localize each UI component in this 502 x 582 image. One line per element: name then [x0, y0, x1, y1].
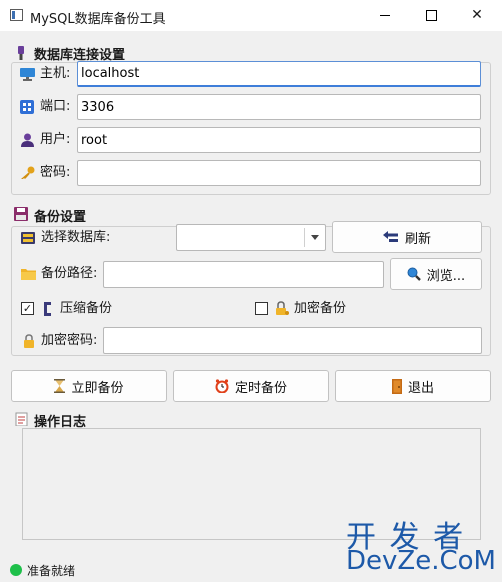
- user-input[interactable]: [77, 127, 481, 153]
- title-bar: MySQL数据库备份工具 ✕: [0, 0, 502, 31]
- exit-label: 退出: [407, 380, 434, 396]
- browse-button[interactable]: 浏览...: [390, 258, 482, 290]
- encrypt-password-input[interactable]: [103, 327, 482, 354]
- backup-section-title: 备份设置: [34, 210, 87, 225]
- host-label: 主机:: [40, 66, 71, 81]
- floppy-disk-icon: [13, 206, 29, 222]
- compress-checkbox[interactable]: ✓: [21, 302, 34, 315]
- window-title: MySQL数据库备份工具: [30, 12, 166, 27]
- database-label: 选择数据库:: [41, 230, 111, 245]
- user-label: 用户:: [40, 132, 71, 147]
- watermark-en: DevZe.CoM: [346, 546, 496, 576]
- close-button[interactable]: ✕: [454, 0, 500, 31]
- folder-icon: [20, 266, 36, 282]
- close-icon: ✕: [471, 7, 483, 23]
- scheduled-backup-button[interactable]: 定时备份: [173, 370, 329, 402]
- user-icon: [19, 132, 35, 148]
- status-indicator: [10, 564, 22, 576]
- browse-label: 浏览...: [426, 268, 466, 284]
- monitor-icon: [19, 66, 35, 82]
- minimize-icon: [380, 14, 390, 16]
- scheduled-backup-label: 定时备份: [234, 380, 287, 396]
- refresh-label: 刷新: [404, 231, 431, 247]
- compress-label: 压缩备份: [60, 301, 113, 316]
- plug-icon: [14, 45, 28, 61]
- encrypt-password-label: 加密密码:: [41, 333, 98, 348]
- app-icon: [10, 9, 23, 21]
- search-icon: [407, 267, 421, 281]
- maximize-icon: [425, 9, 437, 21]
- port-icon: [19, 99, 35, 115]
- exit-button[interactable]: 退出: [335, 370, 491, 402]
- hourglass-icon: [54, 379, 66, 393]
- memo-icon: [14, 411, 30, 427]
- door-icon: [391, 378, 402, 394]
- refresh-icon: [382, 231, 399, 243]
- clamp-icon: [40, 301, 54, 317]
- database-icon: [20, 230, 36, 246]
- alarm-clock-icon: [215, 379, 229, 393]
- backup-now-button[interactable]: 立即备份: [11, 370, 167, 402]
- host-input[interactable]: [77, 61, 481, 87]
- lock-key-icon: [274, 300, 290, 316]
- backup-path-input[interactable]: [103, 261, 384, 288]
- minimize-button[interactable]: [362, 0, 408, 31]
- password-input[interactable]: [77, 160, 481, 186]
- password-label: 密码:: [40, 165, 71, 180]
- database-select[interactable]: [176, 224, 326, 251]
- backup-path-label: 备份路径:: [41, 266, 98, 281]
- maximize-button[interactable]: [408, 0, 454, 31]
- encrypt-checkbox[interactable]: [255, 302, 268, 315]
- chevron-down-icon: [311, 235, 319, 240]
- refresh-button[interactable]: 刷新: [332, 221, 482, 253]
- status-text: 准备就绪: [27, 564, 76, 578]
- port-input[interactable]: [77, 94, 481, 120]
- lock-icon: [21, 333, 37, 349]
- key-icon: [19, 165, 35, 181]
- port-label: 端口:: [40, 99, 71, 114]
- encrypt-label: 加密备份: [294, 301, 347, 316]
- backup-now-label: 立即备份: [71, 380, 124, 396]
